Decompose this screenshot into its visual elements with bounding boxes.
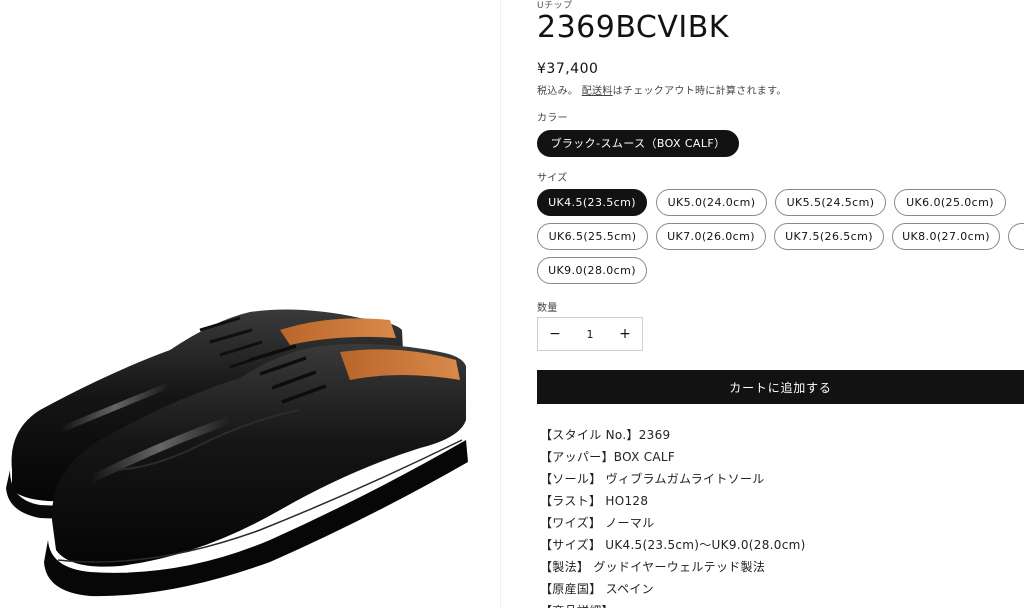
spec-row: 【原産国】 スペイン <box>540 582 654 596</box>
quantity-stepper: − 1 + <box>537 317 643 351</box>
size-option-overflow[interactable] <box>1008 223 1024 250</box>
size-option[interactable]: UK8.0(27.0cm) <box>892 223 1000 250</box>
color-option[interactable]: ブラック-スムース（BOX CALF） <box>537 130 739 157</box>
spec-row: 【商品詳細】 <box>540 600 806 608</box>
shipping-link[interactable]: 配送料 <box>582 86 613 97</box>
size-option[interactable]: UK4.5(23.5cm) <box>537 189 647 216</box>
tax-note: 税込み。 配送料はチェックアウト時に計算されます。 <box>537 82 787 97</box>
size-option[interactable]: UK9.0(28.0cm) <box>537 257 647 284</box>
spec-row: 【アッパー】BOX CALF <box>540 450 676 464</box>
color-label: カラー <box>537 113 568 124</box>
quantity-minus-button[interactable]: − <box>538 326 572 342</box>
spec-row: 【製法】 グッドイヤーウェルテッド製法 <box>540 560 766 574</box>
product-image[interactable] <box>0 0 501 608</box>
tax-suffix: はチェックアウト時に計算されます。 <box>612 86 787 97</box>
spec-row: 【ラスト】 HO128 <box>540 494 649 508</box>
size-option[interactable]: UK5.5(24.5cm) <box>775 189 886 216</box>
quantity-value[interactable]: 1 <box>572 328 608 341</box>
product-specs: 【スタイル No.】2369 【アッパー】BOX CALF 【ソール】 ヴィブラ… <box>540 424 806 608</box>
size-option[interactable]: UK7.0(26.0cm) <box>656 223 766 250</box>
shoe-image <box>6 309 468 597</box>
add-to-cart-button[interactable]: カートに追加する <box>537 370 1024 404</box>
size-label: サイズ <box>537 173 568 184</box>
product-page: Uチップ 2369BCVIBK ¥37,400 税込み。 配送料はチェックアウト… <box>0 0 1024 608</box>
size-option[interactable]: UK6.5(25.5cm) <box>537 223 648 250</box>
size-option[interactable]: UK6.0(25.0cm) <box>894 189 1006 216</box>
quantity-label: 数量 <box>537 303 558 314</box>
spec-row: 【ソール】 ヴィブラムガムライトソール <box>540 472 765 486</box>
product-info: Uチップ 2369BCVIBK ¥37,400 税込み。 配送料はチェックアウト… <box>537 0 1024 608</box>
quantity-plus-button[interactable]: + <box>608 326 642 342</box>
size-option[interactable]: UK5.0(24.0cm) <box>656 189 767 216</box>
spec-row: 【スタイル No.】2369 <box>540 428 671 442</box>
spec-row: 【ワイズ】 ノーマル <box>540 516 655 530</box>
product-price: ¥37,400 <box>537 61 599 77</box>
tax-prefix: 税込み。 <box>537 86 579 97</box>
spec-row: 【サイズ】 UK4.5(23.5cm)〜UK9.0(28.0cm) <box>540 538 806 552</box>
product-title: 2369BCVIBK <box>537 10 729 45</box>
size-option[interactable]: UK7.5(26.5cm) <box>774 223 884 250</box>
